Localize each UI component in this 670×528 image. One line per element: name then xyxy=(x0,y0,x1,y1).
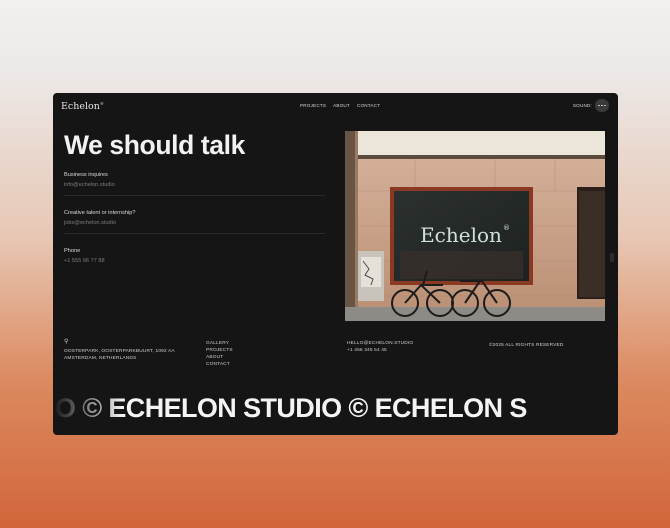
footer-link-contact[interactable]: CONTACT xyxy=(206,361,233,368)
sound-toggle-button[interactable] xyxy=(595,99,609,112)
window-sign-text: Echelon xyxy=(420,223,502,247)
divider xyxy=(64,194,325,196)
browser-window: Echelon® PROJECTS ABOUT CONTACT SOUND: W… xyxy=(53,93,618,435)
nav-about[interactable]: ABOUT xyxy=(333,103,350,108)
footer-link-about[interactable]: ABOUT xyxy=(206,354,233,361)
footer-phone-link[interactable]: +1 456 345 54 45 xyxy=(347,347,413,354)
storefront-illustration: Echelon ® xyxy=(345,131,605,321)
contact-business: Business inquires info@echelon.studio xyxy=(64,172,325,196)
contact-careers: Creative talent or internship? jobs@eche… xyxy=(64,210,325,234)
storefront-photo: Echelon ® xyxy=(345,131,605,321)
contact-email-link[interactable]: info@echelon.studio xyxy=(64,182,325,188)
sound-label: SOUND: xyxy=(572,103,592,108)
divider xyxy=(64,232,325,234)
footer-address: ⚲ OOSTERPARK, OOSTERPARKBUURT, 1092 AA A… xyxy=(64,339,175,362)
logo-registered-mark: ® xyxy=(99,101,104,106)
contact-label: Creative talent or internship? xyxy=(64,210,136,216)
contact-label: Phone xyxy=(64,248,81,254)
site-logo[interactable]: Echelon® xyxy=(61,101,104,112)
contact-phone: Phone +1 555 66 77 88 xyxy=(64,248,325,264)
logo-text: Echelon xyxy=(61,101,100,113)
page-title: We should talk xyxy=(64,130,245,160)
location-pin-icon: ⚲ xyxy=(64,339,69,345)
contact-label: Business inquires xyxy=(64,172,108,178)
dot-icon xyxy=(604,104,606,107)
window-sign-mark: ® xyxy=(503,224,510,232)
footer-email-link[interactable]: HELLO@ECHELON.STUDIO xyxy=(347,340,413,347)
address-line: OOSTERPARK, OOSTERPARKBUURT, 1092 AA xyxy=(64,349,175,354)
marquee-fade-right xyxy=(548,393,618,431)
footer-link-projects[interactable]: PROJECTS xyxy=(206,347,233,354)
marquee-fade-left xyxy=(53,393,123,431)
dot-icon xyxy=(598,104,600,107)
footer-links: GALLERY PROJECTS ABOUT CONTACT xyxy=(206,340,233,368)
brand-marquee: IO © ECHELON STUDIO © ECHELON S xyxy=(53,393,618,431)
contact-phone-link[interactable]: +1 555 66 77 88 xyxy=(64,258,325,264)
main-nav: PROJECTS ABOUT CONTACT xyxy=(300,103,380,108)
footer-contact: HELLO@ECHELON.STUDIO +1 456 345 54 45 xyxy=(347,340,413,354)
dot-icon xyxy=(601,104,603,107)
contact-email-link[interactable]: jobs@echelon.studio xyxy=(64,220,325,226)
marquee-text: IO © ECHELON STUDIO © ECHELON S xyxy=(53,393,527,423)
scroll-handle[interactable] xyxy=(610,253,614,262)
nav-projects[interactable]: PROJECTS xyxy=(300,103,326,108)
footer-link-gallery[interactable]: GALLERY xyxy=(206,340,233,347)
footer-copyright: ©2025 ALL RIGHTS RESERVED xyxy=(489,343,564,348)
address-line: AMSTERDAM, NETHERLANDS xyxy=(64,356,137,361)
nav-contact[interactable]: CONTACT xyxy=(357,103,380,108)
